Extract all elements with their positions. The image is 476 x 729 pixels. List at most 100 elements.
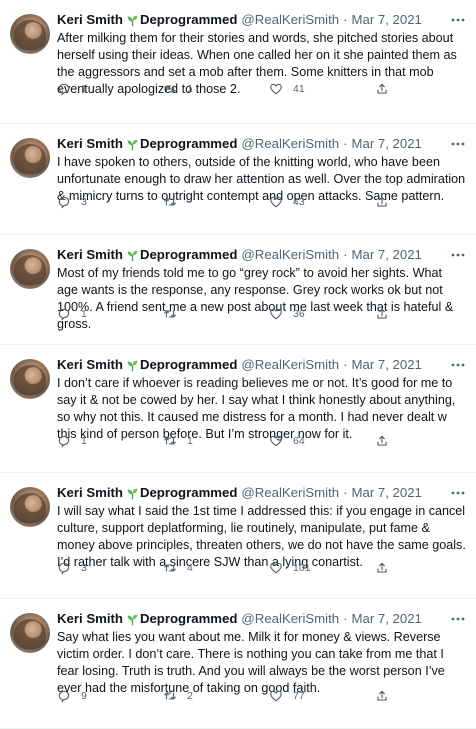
more-options-icon[interactable]: [450, 488, 466, 498]
share-button[interactable]: [375, 561, 389, 575]
author-label[interactable]: Deprogrammed: [140, 610, 237, 628]
retweet-icon: [164, 692, 176, 700]
heart-icon: [270, 562, 282, 574]
author-label[interactable]: Deprogrammed: [140, 484, 237, 502]
sprout-icon: [127, 139, 138, 150]
tweet[interactable]: Keri Smith Deprogrammed @RealKeriSmith ·…: [0, 473, 476, 599]
reply-icon: [58, 562, 70, 575]
like-button[interactable]: 101: [269, 561, 311, 575]
reply-button[interactable]: 9: [57, 689, 87, 703]
share-button[interactable]: [375, 195, 389, 209]
tweet-header: Keri Smith Deprogrammed @RealKeriSmith ·…: [57, 610, 466, 628]
share-icon: [377, 83, 387, 94]
tweet-header: Keri Smith Deprogrammed @RealKeriSmith ·…: [57, 11, 466, 29]
reply-button[interactable]: 3: [57, 561, 87, 575]
tweet-date[interactable]: Mar 7, 2021: [352, 610, 422, 628]
like-button[interactable]: 43: [269, 195, 305, 209]
more-options-icon[interactable]: [450, 139, 466, 149]
tweet[interactable]: Keri Smith Deprogrammed @RealKeriSmith ·…: [0, 0, 476, 124]
more-options-icon[interactable]: [450, 360, 466, 370]
avatar[interactable]: [10, 487, 50, 527]
heart-icon: [270, 690, 282, 702]
author-name[interactable]: Keri Smith: [57, 135, 123, 153]
author-handle[interactable]: @RealKeriSmith: [241, 11, 339, 29]
more-options-icon[interactable]: [450, 250, 466, 260]
author-name[interactable]: Keri Smith: [57, 610, 123, 628]
share-button[interactable]: [375, 82, 389, 96]
share-icon: [377, 562, 387, 573]
like-count: 43: [293, 196, 305, 208]
reply-button[interactable]: 1: [57, 307, 87, 321]
author-label[interactable]: Deprogrammed: [140, 246, 237, 264]
reply-button[interactable]: 3: [57, 195, 87, 209]
avatar[interactable]: [10, 359, 50, 399]
tweet-date[interactable]: Mar 7, 2021: [352, 135, 422, 153]
retweet-count: 4: [187, 562, 193, 574]
sprout-icon: [127, 488, 138, 499]
separator-dot: ·: [343, 247, 348, 262]
avatar[interactable]: [10, 249, 50, 289]
retweet-button[interactable]: [163, 307, 187, 321]
tweet[interactable]: Keri Smith Deprogrammed @RealKeriSmith ·…: [0, 599, 476, 729]
share-button[interactable]: [375, 434, 389, 448]
retweet-button[interactable]: 1: [163, 82, 193, 96]
separator-dot: ·: [343, 611, 348, 626]
separator-dot: ·: [343, 136, 348, 151]
heart-icon: [270, 435, 282, 447]
share-button[interactable]: [375, 307, 389, 321]
tweet-date[interactable]: Mar 7, 2021: [352, 11, 422, 29]
tweet-header: Keri Smith Deprogrammed @RealKeriSmith ·…: [57, 246, 466, 264]
avatar[interactable]: [10, 613, 50, 653]
author-handle[interactable]: @RealKeriSmith: [241, 135, 339, 153]
author-label[interactable]: Deprogrammed: [140, 11, 237, 29]
share-icon: [377, 196, 387, 207]
sprout-icon: [127, 614, 138, 625]
author-handle[interactable]: @RealKeriSmith: [241, 610, 339, 628]
reply-count: 1: [81, 435, 87, 447]
reply-count: 3: [81, 562, 87, 574]
retweet-icon: [164, 437, 176, 445]
like-button[interactable]: 36: [269, 307, 305, 321]
like-count: 101: [293, 562, 311, 574]
like-button[interactable]: 77: [269, 689, 305, 703]
retweet-count: 1: [187, 435, 193, 447]
separator-dot: ·: [343, 485, 348, 500]
reply-count: 1: [81, 83, 87, 95]
more-options-icon[interactable]: [450, 614, 466, 624]
retweet-button[interactable]: 1: [163, 434, 193, 448]
author-handle[interactable]: @RealKeriSmith: [241, 246, 339, 264]
tweet[interactable]: Keri Smith Deprogrammed @RealKeriSmith ·…: [0, 124, 476, 235]
retweet-icon: [164, 310, 176, 318]
tweet-actions: 1 36: [57, 307, 466, 323]
author-name[interactable]: Keri Smith: [57, 11, 123, 29]
like-button[interactable]: 41: [269, 82, 305, 96]
author-handle[interactable]: @RealKeriSmith: [241, 356, 339, 374]
author-name[interactable]: Keri Smith: [57, 246, 123, 264]
tweet-date[interactable]: Mar 7, 2021: [352, 356, 422, 374]
tweet[interactable]: Keri Smith Deprogrammed @RealKeriSmith ·…: [0, 235, 476, 345]
author-handle[interactable]: @RealKeriSmith: [241, 484, 339, 502]
tweet[interactable]: Keri Smith Deprogrammed @RealKeriSmith ·…: [0, 345, 476, 473]
share-icon: [377, 435, 387, 446]
retweet-button[interactable]: 4: [163, 561, 193, 575]
reply-icon: [58, 690, 70, 703]
tweet-date[interactable]: Mar 7, 2021: [352, 484, 422, 502]
avatar[interactable]: [10, 138, 50, 178]
like-button[interactable]: 64: [269, 434, 305, 448]
author-label[interactable]: Deprogrammed: [140, 135, 237, 153]
more-options-icon[interactable]: [450, 15, 466, 25]
author-name[interactable]: Keri Smith: [57, 484, 123, 502]
tweet-actions: 3 43: [57, 195, 466, 211]
reply-button[interactable]: 1: [57, 82, 87, 96]
reply-button[interactable]: 1: [57, 434, 87, 448]
reply-icon: [58, 196, 70, 209]
tweet-date[interactable]: Mar 7, 2021: [352, 246, 422, 264]
retweet-button[interactable]: [163, 195, 187, 209]
separator-dot: ·: [343, 357, 348, 372]
reply-count: 1: [81, 308, 87, 320]
share-button[interactable]: [375, 689, 389, 703]
author-name[interactable]: Keri Smith: [57, 356, 123, 374]
avatar[interactable]: [10, 14, 50, 54]
retweet-button[interactable]: 2: [163, 689, 193, 703]
author-label[interactable]: Deprogrammed: [140, 356, 237, 374]
